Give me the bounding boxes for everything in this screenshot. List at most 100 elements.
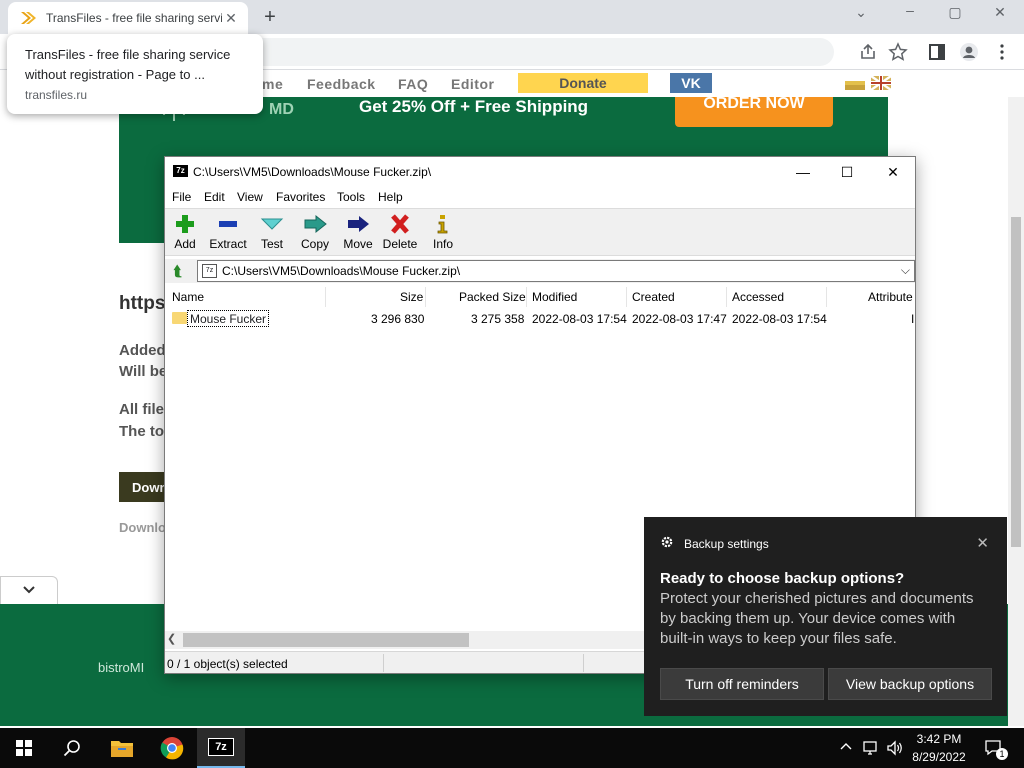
clock-date[interactable]: 8/29/2022 (905, 750, 973, 764)
browser-tab-transfiles[interactable]: TransFiles - free file sharing servi ✕ (8, 2, 248, 34)
start-button[interactable] (0, 728, 48, 768)
network-icon[interactable] (862, 740, 880, 756)
extract-button[interactable]: Extract (207, 213, 249, 251)
column-divider[interactable] (726, 287, 727, 307)
add-label: Add (174, 237, 196, 251)
x-icon (391, 214, 409, 234)
vk-button[interactable]: VK (670, 73, 712, 93)
new-tab-button[interactable]: + (259, 6, 281, 29)
uk-flag-icon[interactable] (871, 76, 891, 90)
page-scrollbar[interactable] (1008, 97, 1024, 726)
copy-button[interactable]: Copy (294, 213, 336, 251)
notification-close-icon[interactable]: ✕ (976, 534, 989, 552)
menu-view[interactable]: View (237, 190, 263, 204)
column-divider[interactable] (526, 287, 527, 307)
delete-button[interactable]: Delete (379, 213, 421, 251)
download-note: Downlo (119, 520, 166, 535)
turn-off-reminders-button[interactable]: Turn off reminders (660, 668, 824, 700)
file-row[interactable]: Mouse Fucker 3 296 830 3 275 358 2022-08… (165, 309, 915, 327)
side-panel-icon[interactable] (927, 42, 947, 62)
file-name[interactable]: Mouse Fucker (187, 310, 270, 327)
donate-button[interactable]: Donate (518, 73, 648, 93)
address-bar[interactable] (250, 38, 834, 66)
scroll-left-icon[interactable]: ❮ (167, 632, 176, 645)
more-menu-icon[interactable] (992, 42, 1012, 62)
sevenzip-app-icon: 7z (173, 165, 188, 177)
sevenzip-address-box[interactable]: 7z C:\Users\VM5\Downloads\Mouse Fucker.z… (197, 260, 915, 282)
horizontal-scrollbar-thumb[interactable] (183, 633, 469, 647)
sevenzip-title-text: C:\Users\VM5\Downloads\Mouse Fucker.zip\ (193, 165, 432, 179)
gear-icon (661, 536, 673, 548)
column-name[interactable]: Name (172, 290, 204, 304)
move-button[interactable]: Move (337, 213, 379, 251)
sevenzip-maximize-button[interactable]: ☐ (829, 161, 865, 183)
nav-link-feedback[interactable]: Feedback (307, 76, 376, 92)
sevenzip-titlebar[interactable]: 7z C:\Users\VM5\Downloads\Mouse Fucker.z… (165, 157, 915, 187)
sevenzip-menubar: File Edit View Favorites Tools Help (165, 187, 915, 207)
sevenzip-address-row: ⮬ 7z C:\Users\VM5\Downloads\Mouse Fucker… (165, 259, 915, 283)
chrome-icon (160, 737, 184, 760)
backup-notification: Backup settings ✕ Ready to choose backup… (644, 517, 1007, 716)
status-divider (383, 654, 384, 672)
profile-avatar-icon[interactable] (959, 42, 979, 62)
column-divider[interactable] (425, 287, 426, 307)
ad-headline: Get 25% Off + Free Shipping (359, 97, 589, 116)
windows-taskbar: 7z 3:42 PM 8/29/2022 1 (0, 728, 1024, 768)
column-accessed[interactable]: Accessed (732, 290, 784, 304)
check-icon (260, 218, 284, 230)
column-divider[interactable] (325, 287, 326, 307)
info-icon (437, 215, 448, 234)
ad-logo-text: MD (269, 101, 294, 118)
column-packed-size[interactable]: Packed Size (459, 290, 526, 304)
file-explorer-icon (111, 741, 133, 757)
menu-edit[interactable]: Edit (204, 190, 225, 204)
sevenzip-close-button[interactable]: ✕ (875, 161, 911, 183)
menu-favorites[interactable]: Favorites (276, 190, 325, 204)
notification-count-badge: 1 (996, 748, 1008, 760)
folder-up-icon[interactable]: ⮬ (169, 262, 187, 280)
column-attributes[interactable]: Attribute (868, 290, 913, 304)
ad-order-button[interactable]: ORDER NOW (675, 96, 833, 127)
clock-time[interactable]: 3:42 PM (905, 732, 973, 746)
bookmark-star-icon[interactable] (888, 42, 908, 62)
page-heading: https (119, 293, 166, 314)
added-text: Added (119, 342, 166, 359)
nav-link-faq[interactable]: FAQ (398, 76, 428, 92)
view-backup-options-button[interactable]: View backup options (828, 668, 992, 700)
nav-link-editor[interactable]: Editor (451, 76, 494, 92)
column-size[interactable]: Size (400, 290, 423, 304)
search-button[interactable] (48, 728, 96, 768)
minimize-button[interactable]: ‒ (898, 2, 922, 18)
restore-button[interactable]: ▢ (943, 4, 967, 21)
page-scrollbar-thumb[interactable] (1011, 217, 1021, 547)
transfiles-favicon-icon (21, 12, 36, 24)
total-text: The to (119, 423, 164, 440)
menu-help[interactable]: Help (378, 190, 403, 204)
status-divider (583, 654, 584, 672)
volume-icon[interactable] (886, 740, 904, 756)
notification-body: Protect your cherished pictures and docu… (660, 590, 974, 647)
info-button[interactable]: Info (422, 213, 464, 251)
address-dropdown-icon[interactable]: ⌵ (901, 263, 910, 278)
column-modified[interactable]: Modified (532, 290, 577, 304)
sevenzip-minimize-button[interactable]: — (785, 161, 821, 183)
collapse-footer-button[interactable] (0, 576, 58, 604)
taskbar-chrome[interactable] (148, 728, 196, 768)
browser-close-button[interactable]: ✕ (988, 4, 1012, 21)
tab-search-icon[interactable]: ⌄ (849, 4, 873, 21)
column-divider[interactable] (626, 287, 627, 307)
taskbar-file-explorer[interactable] (98, 728, 146, 768)
menu-file[interactable]: File (172, 190, 191, 204)
russian-flag-icon[interactable] (845, 76, 865, 90)
menu-tools[interactable]: Tools (337, 190, 365, 204)
chevron-up-icon[interactable] (839, 740, 853, 754)
share-icon[interactable] (858, 42, 878, 62)
tab-close-icon[interactable]: ✕ (222, 10, 240, 27)
column-divider[interactable] (826, 287, 827, 307)
test-label: Test (260, 237, 283, 251)
test-button[interactable]: Test (251, 213, 293, 251)
nav-link-home[interactable]: me (262, 76, 283, 92)
taskbar-7zip[interactable]: 7z (197, 728, 245, 768)
add-button[interactable]: Add (164, 213, 206, 251)
column-created[interactable]: Created (632, 290, 675, 304)
